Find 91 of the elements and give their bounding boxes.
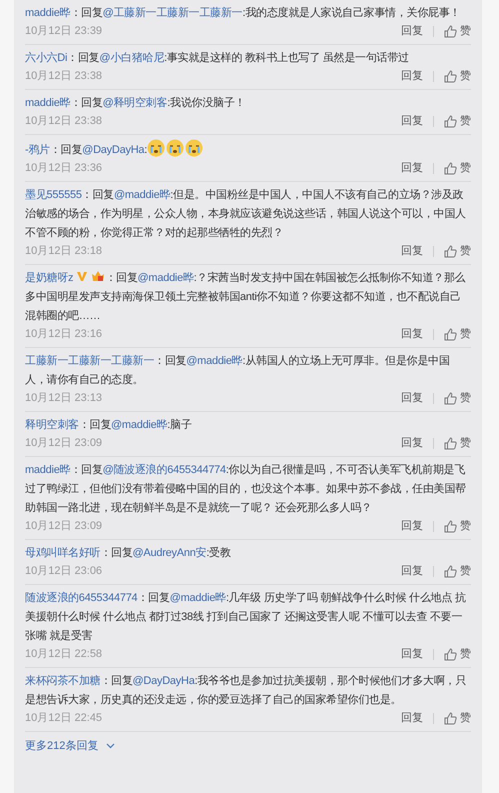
crying-face-icon (185, 139, 204, 157)
reply-link[interactable]: 回复 (401, 518, 423, 534)
v-badge-icon (76, 270, 88, 282)
comment-time: 10月12日 23:18 (25, 244, 102, 259)
comment-text: maddie晔：回复@工藤新一工藤新一工藤新一:我的态度就是人家说自己家事情，关你屁事！ (25, 6, 462, 21)
comment-time: 10月12日 23:38 (25, 69, 102, 84)
reply-link[interactable]: 回复 (401, 646, 423, 662)
mention-link[interactable]: @随波逐浪的6455344774 (102, 464, 226, 476)
mention-link[interactable]: @maddie晔 (186, 355, 242, 367)
reply-link[interactable]: 回复 (401, 326, 423, 342)
comment-time: 10月12日 22:45 (25, 711, 102, 726)
mention-link[interactable]: @小白猪哈尼 (99, 52, 164, 64)
like-button[interactable]: 赞 (444, 518, 471, 534)
mention-link[interactable]: @maddie晔 (170, 592, 226, 604)
thumbs-up-icon (444, 564, 457, 578)
reply-link[interactable]: 回复 (401, 23, 423, 39)
reply-link[interactable]: 回复 (401, 390, 423, 406)
mention-link[interactable]: @DayDayHa (132, 675, 195, 687)
reply-link[interactable]: 回复 (401, 563, 423, 579)
comment-time: 10月12日 23:09 (25, 436, 102, 451)
comment-text: maddie晔：回复@释明空刺客:我说你没脑子！ (25, 96, 246, 111)
like-button[interactable]: 赞 (444, 390, 471, 406)
user-link[interactable]: maddie晔 (25, 97, 70, 109)
user-link[interactable]: 工藤新一工藤新一工藤新一 (25, 355, 154, 367)
user-link[interactable]: maddie晔 (25, 464, 70, 476)
thumbs-up-icon (444, 520, 457, 532)
thumbs-up-icon (444, 328, 457, 340)
mention-link[interactable]: @DayDayHa (82, 144, 144, 156)
user-link[interactable]: 母鸡叫咩名好听 (25, 547, 100, 559)
thumbs-up-icon (444, 648, 457, 660)
comment-time: 10月12日 23:36 (25, 161, 102, 176)
reply-link[interactable]: 回复 (401, 160, 423, 176)
comment-text: 母鸡叫咩名好听：回复@AudreyAnn安:受教 (25, 546, 232, 561)
mention-link[interactable]: @AudreyAnn安 (132, 547, 206, 559)
chevron-down-icon (106, 742, 116, 748)
like-button[interactable]: 赞 (444, 23, 471, 39)
user-link[interactable]: 六小六Di (25, 52, 68, 64)
reply-link[interactable]: 回复 (401, 113, 423, 129)
comment-time: 10月12日 23:38 (25, 114, 102, 129)
more-replies-link[interactable]: 更多212条回复 (25, 738, 116, 753)
crying-face-icon (147, 139, 166, 157)
mention-link[interactable]: @工藤新一工藤新一工藤新一 (102, 7, 242, 19)
reply-link[interactable]: 回复 (401, 243, 423, 259)
comment-text: 随波逐浪的6455344774：回复@maddie晔:几年级 历史学了吗 朝鲜战争什么时候 什么地点 抗美援朝什么时候 什么地点 都打过38线 打到自己国家了 还搁这受害人呢 不懂可以去查 不要一张嘴 就是受害 (25, 590, 467, 644)
comment-time: 10月12日 23:09 (25, 519, 102, 534)
thumbs-up-icon (444, 162, 457, 174)
user-link[interactable]: maddie晔 (25, 7, 70, 19)
comment-text: 释明空刺客：回复@maddie晔:脑子 (25, 418, 193, 433)
like-button[interactable]: 赞 (444, 435, 471, 451)
comment-text: 来杯闷茶不加糖：回复@DayDayHa:我爷爷也是参加过抗美援朝，那个时候他们才多大啊，只是想告诉大家，历史真的还没走远，你的爱豆选择了自己的国家希望你们也是。 (25, 674, 468, 708)
thumbs-up-icon (444, 70, 457, 82)
comment-text: maddie晔：回复@随波逐浪的6455344774:你以为自己很懂是吗，不可否认美军飞机前期是飞过了鸭绿江，但他们没有带着侵略中国的目的，也没这个本事。如果中苏不参战，任由美国帮助韩国一路北进，现在朝鲜半岛是不是就统一了呢？ 还会死那么多人吗？ (25, 462, 467, 516)
comment-text: 是奶糖呀z ：回复@maddie晔:？宋茜当时发支持中国在韩国被怎么抵制你不知道？那么多中国明星发声支持南海保卫领土完整被韩国anti你不知道？你要这都不知道，也不配说自己混韩圈的吧…… (25, 269, 466, 324)
comment-text: 工藤新一工藤新一工藤新一：回复@maddie晔:从韩国人的立场上无可厚非。但是你是中国人，请你有自己的态度。 (25, 354, 451, 388)
thumbs-up-icon (444, 712, 457, 724)
thumbs-up-icon (444, 24, 457, 38)
mention-link[interactable]: @maddie晔 (111, 419, 168, 431)
user-link[interactable]: 释明空刺客 (25, 419, 79, 431)
thumbs-up-icon (444, 244, 457, 258)
thumbs-up-icon (444, 392, 457, 404)
comment-text: -鸦片：回复@DayDayHa: (25, 139, 471, 160)
like-button[interactable]: 赞 (444, 710, 471, 726)
like-button[interactable]: 赞 (444, 160, 471, 176)
reply-link[interactable]: 回复 (401, 435, 423, 451)
like-button[interactable]: 赞 (444, 646, 471, 662)
user-link[interactable]: 来杯闷茶不加糖 (25, 675, 100, 687)
mention-link[interactable]: @释明空刺客 (102, 97, 168, 109)
like-button[interactable]: 赞 (444, 68, 471, 84)
crying-face-icon (166, 139, 184, 157)
comment-time: 10月12日 23:13 (25, 391, 102, 406)
user-link[interactable]: -鸦片 (25, 144, 50, 156)
user-link[interactable]: 墨见555555 (25, 189, 82, 201)
mention-link[interactable]: @maddie晔 (114, 189, 170, 201)
like-button[interactable]: 赞 (444, 243, 471, 259)
like-button[interactable]: 赞 (444, 563, 471, 579)
user-link[interactable]: 是奶糖呀z (25, 272, 74, 284)
like-button[interactable]: 赞 (444, 326, 471, 342)
comment-text: 六小六Di：回复@小白猪哈尼:事实就是这样的 教科书上也写了 虽然是一句话带过 (25, 50, 410, 66)
mention-link[interactable]: @maddie晔 (138, 272, 194, 284)
comment-time: 10月12日 23:39 (25, 24, 102, 39)
comment-time: 10月12日 23:16 (25, 327, 102, 342)
comment-time: 10月12日 22:58 (25, 647, 102, 662)
like-button[interactable]: 赞 (444, 113, 471, 129)
user-link[interactable]: 随波逐浪的6455344774 (25, 592, 138, 604)
comment-text: 墨见555555：回复@maddie晔:但是。中国粉丝是中国人，中国人不该有自己的立场？涉及政治敏感的场合，作为明星，公众人物，本身就应该避免说这些话，韩国人说这个可以，中国人不管不顾的粉，你觉得正常？对的起那些牺牲的先烈？ (25, 188, 467, 241)
reply-link[interactable]: 回复 (401, 710, 423, 726)
crown-badge-icon (91, 270, 106, 282)
thumbs-up-icon (444, 114, 457, 128)
reply-link[interactable]: 回复 (401, 68, 423, 84)
comment-time: 10月12日 23:06 (25, 564, 102, 579)
thumbs-up-icon (444, 436, 457, 450)
